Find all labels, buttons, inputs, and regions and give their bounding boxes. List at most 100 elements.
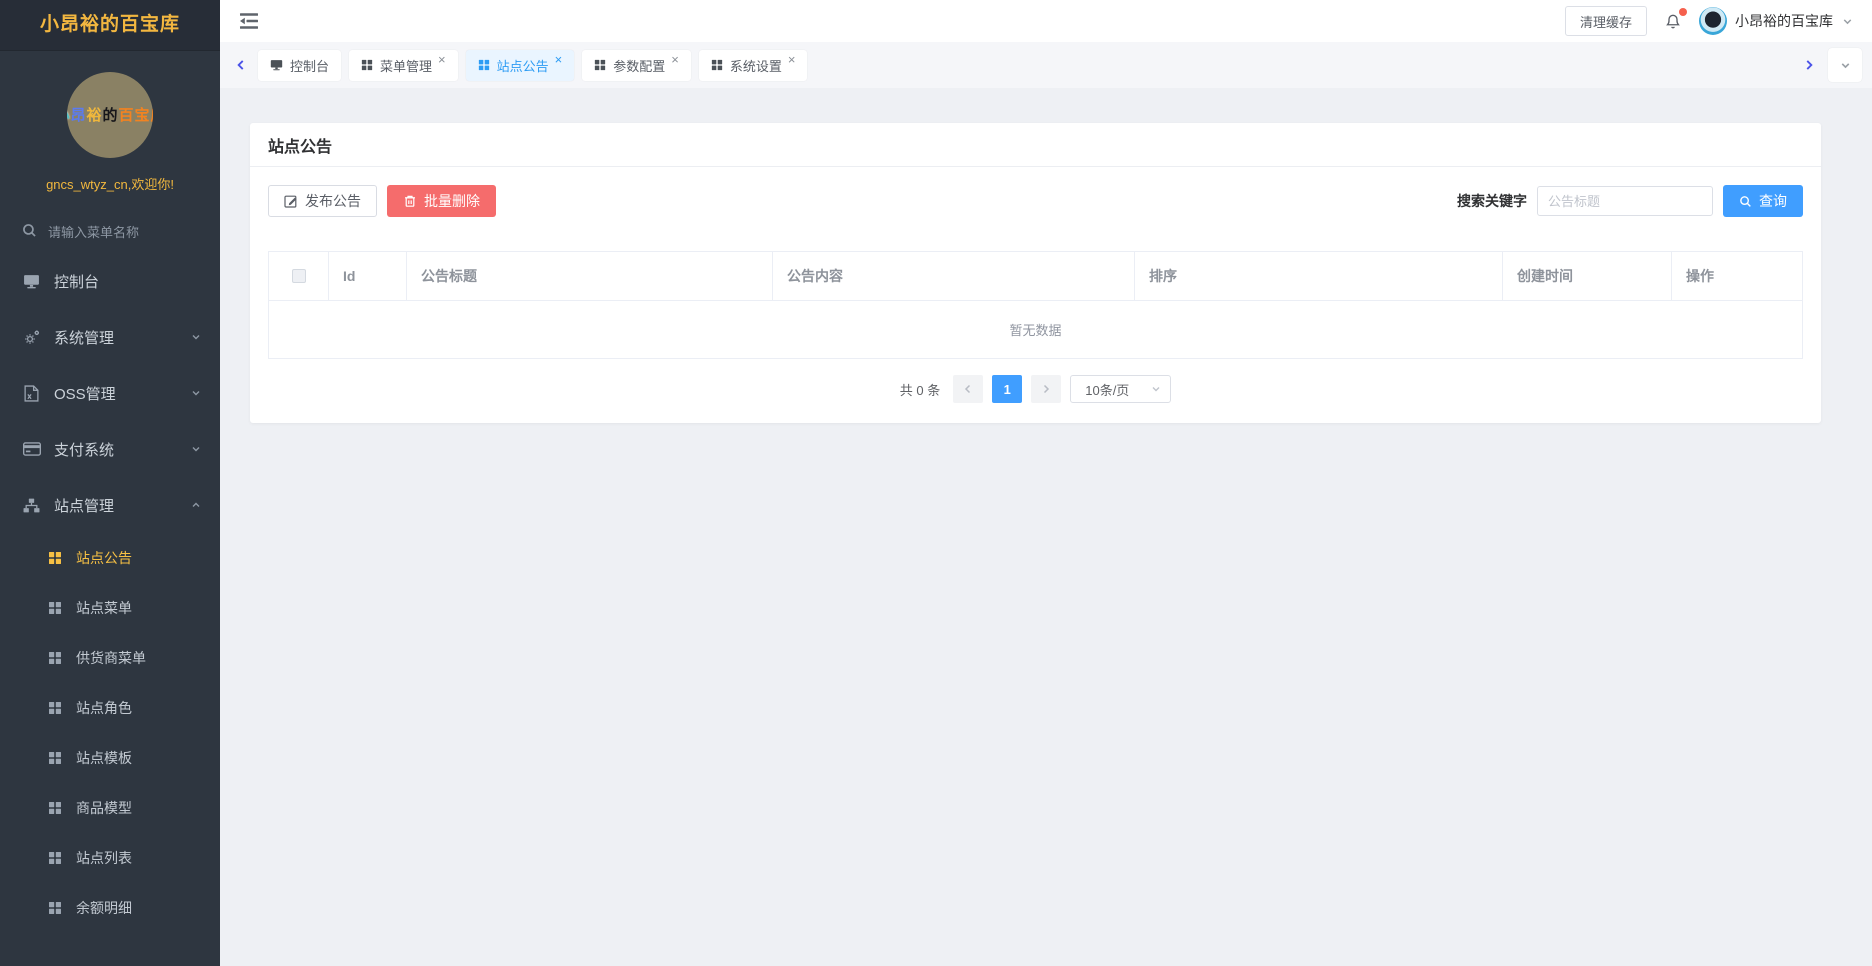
tabs-scroll-right-icon[interactable] [1800,56,1818,74]
sidebar-item-label: 支付系统 [54,439,114,460]
batch-delete-button[interactable]: 批量删除 [387,185,496,217]
tab-strip: 控制台 菜单管理 × 站点公告 × 参数配置 × 系统设置 × [220,42,1872,88]
search-label: 搜索关键字 [1457,191,1527,211]
avatar-glyph: 裕 [86,108,101,123]
tab-label: 参数配置 [613,56,665,75]
menu-search[interactable] [22,223,220,241]
tab-strip-right [1800,48,1862,82]
grid-icon [711,59,723,71]
grid-icon [48,851,62,865]
tab-console[interactable]: 控制台 [258,50,341,81]
notice-title-search-input[interactable] [1537,186,1713,216]
site-notice-card: 站点公告 发布公告 批量删除 搜索关键字 [250,123,1821,423]
sidebar-collapse-icon[interactable] [234,8,264,34]
app-logo-title: 小昂裕的百宝库 [0,0,220,50]
column-header-title: 公告标题 [407,252,773,300]
user-avatar-large[interactable]: 小 昂 裕 的 百 宝 库 [67,72,153,158]
sidebar-item-payment[interactable]: 支付系统 [0,421,220,477]
tabs-scroll-left-icon[interactable] [232,56,250,74]
sidebar-item-supplier-menu[interactable]: 供货商菜单 [0,633,220,683]
sidebar-item-site-template[interactable]: 站点模板 [0,733,220,783]
pagination-page-1[interactable]: 1 [992,375,1022,403]
chevron-up-icon [190,499,202,511]
monitor-icon [270,59,283,71]
sidebar-item-label: 站点管理 [54,495,114,516]
sidebar-item-label: 站点菜单 [76,598,132,618]
grid-icon [48,601,62,615]
gears-icon [22,329,41,345]
sidebar: 小昂裕的百宝库 小 昂 裕 的 百 宝 库 gncs_wtyz_cn,欢迎你! … [0,0,220,966]
user-menu[interactable]: 小昂裕的百宝库 [1699,7,1854,35]
pagination-prev-icon[interactable] [953,375,983,403]
tab-label: 系统设置 [730,56,782,75]
chevron-down-icon [1841,15,1854,28]
page-size-value: 10条/页 [1085,380,1129,399]
sidebar-item-label: 站点角色 [76,698,132,718]
sidebar-item-oss-mgmt[interactable]: OSS管理 [0,365,220,421]
sidebar-item-balance-detail[interactable]: 余额明细 [0,883,220,933]
tab-param-config[interactable]: 参数配置 × [582,50,691,81]
close-icon[interactable]: × [671,53,679,66]
sidebar-item-site-mgmt[interactable]: 站点管理 [0,477,220,533]
avatar-glyph: 小 [67,108,69,123]
toolbar: 发布公告 批量删除 搜索关键字 查询 [268,185,1803,217]
close-icon[interactable]: × [438,53,446,66]
table-header-row: Id 公告标题 公告内容 排序 创建时间 操作 [269,252,1802,300]
grid-icon [48,701,62,715]
button-label: 查询 [1759,191,1787,211]
sidebar-item-console[interactable]: 控制台 [0,253,220,309]
grid-icon [48,801,62,815]
menu-search-input[interactable] [48,225,188,240]
chevron-down-icon [190,387,202,399]
clear-cache-button[interactable]: 清理缓存 [1565,6,1647,36]
grid-icon [594,59,606,71]
grid-icon [48,751,62,765]
grid-icon [48,901,62,915]
grid-icon [478,59,490,71]
avatar-glyph: 百 [119,108,134,123]
sidebar-item-site-menu[interactable]: 站点菜单 [0,583,220,633]
sidebar-item-site-list[interactable]: 站点列表 [0,833,220,883]
empty-state-text: 暂无数据 [269,300,1802,358]
select-all-checkbox[interactable] [292,269,306,283]
monitor-icon [22,274,41,289]
grid-icon [48,551,62,565]
welcome-text: gncs_wtyz_cn,欢迎你! [0,174,220,193]
tab-label: 站点公告 [497,56,549,75]
page-size-select[interactable]: 10条/页 [1070,375,1171,403]
sidebar-item-product-model[interactable]: 商品模型 [0,783,220,833]
sidebar-menu: 控制台 系统管理 OSS管理 [0,253,220,933]
tab-site-notice[interactable]: 站点公告 × [466,50,575,81]
file-icon [22,385,41,402]
notice-table: Id 公告标题 公告内容 排序 创建时间 操作 暂无数据 [268,251,1803,359]
tab-system-settings[interactable]: 系统设置 × [699,50,808,81]
notification-bell-icon[interactable] [1663,11,1683,31]
credit-card-icon [22,442,41,456]
username-label: 小昂裕的百宝库 [1735,11,1833,31]
user-avatar-small [1699,7,1727,35]
close-icon[interactable]: × [555,53,563,66]
tab-menu-mgmt[interactable]: 菜单管理 × [349,50,458,81]
table-header-checkbox [269,252,329,300]
sitemap-icon [22,498,41,513]
sidebar-item-label: 系统管理 [54,327,114,348]
query-button[interactable]: 查询 [1723,185,1803,217]
column-header-id: Id [329,252,407,300]
sidebar-item-label: 余额明细 [76,898,132,918]
grid-icon [361,59,373,71]
header-actions: 清理缓存 小昂裕的百宝库 [1565,6,1854,36]
close-icon[interactable]: × [788,53,796,66]
pagination: 共 0 条 1 10条/页 [268,375,1803,403]
avatar-glyph: 昂 [70,108,85,123]
search-icon [1739,195,1752,208]
card-body: 发布公告 批量删除 搜索关键字 查询 [250,167,1821,423]
publish-notice-button[interactable]: 发布公告 [268,185,377,217]
sidebar-item-site-notice[interactable]: 站点公告 [0,533,220,583]
tabs-actions-dropdown[interactable] [1828,48,1862,82]
notification-badge [1679,8,1687,16]
sidebar-item-site-role[interactable]: 站点角色 [0,683,220,733]
sidebar-item-system-mgmt[interactable]: 系统管理 [0,309,220,365]
chevron-down-icon [1150,383,1162,395]
column-header-content: 公告内容 [773,252,1135,300]
pagination-next-icon[interactable] [1031,375,1061,403]
